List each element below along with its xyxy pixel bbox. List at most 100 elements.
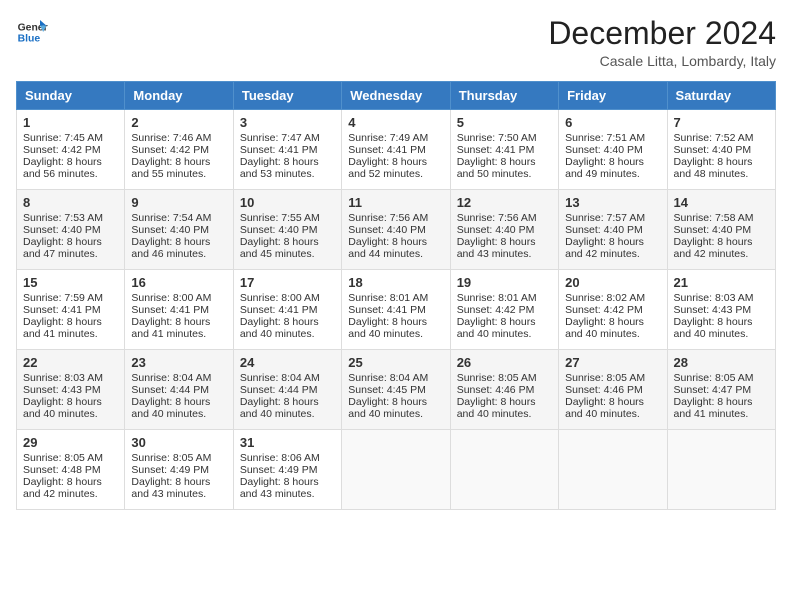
day-info-line: Sunset: 4:43 PM: [674, 304, 769, 316]
day-number: 29: [23, 435, 118, 450]
day-info-line: Sunrise: 8:00 AM: [240, 292, 335, 304]
day-info-line: Sunrise: 7:57 AM: [565, 212, 660, 224]
calendar-cell: 8Sunrise: 7:53 AMSunset: 4:40 PMDaylight…: [17, 190, 125, 270]
calendar-cell: [667, 430, 775, 510]
day-number: 20: [565, 275, 660, 290]
day-info-line: Sunset: 4:42 PM: [565, 304, 660, 316]
calendar-cell: 19Sunrise: 8:01 AMSunset: 4:42 PMDayligh…: [450, 270, 558, 350]
day-info-line: Daylight: 8 hours: [23, 156, 118, 168]
day-info-line: Sunrise: 7:56 AM: [348, 212, 443, 224]
day-info-line: and 40 minutes.: [131, 408, 226, 420]
day-number: 19: [457, 275, 552, 290]
day-info-line: and 40 minutes.: [348, 408, 443, 420]
day-info-line: and 41 minutes.: [23, 328, 118, 340]
day-info-line: Sunset: 4:41 PM: [23, 304, 118, 316]
day-info-line: Sunrise: 8:04 AM: [348, 372, 443, 384]
day-info-line: Daylight: 8 hours: [240, 396, 335, 408]
day-info-line: Sunset: 4:44 PM: [131, 384, 226, 396]
day-info-line: Sunset: 4:40 PM: [674, 144, 769, 156]
day-info-line: and 42 minutes.: [674, 248, 769, 260]
day-number: 25: [348, 355, 443, 370]
day-info-line: Sunrise: 8:04 AM: [131, 372, 226, 384]
day-info-line: Daylight: 8 hours: [240, 236, 335, 248]
calendar-week-5: 29Sunrise: 8:05 AMSunset: 4:48 PMDayligh…: [17, 430, 776, 510]
day-info-line: Sunset: 4:42 PM: [457, 304, 552, 316]
weekday-header-friday: Friday: [559, 82, 667, 110]
day-info-line: and 49 minutes.: [565, 168, 660, 180]
day-number: 15: [23, 275, 118, 290]
day-info-line: Sunrise: 7:54 AM: [131, 212, 226, 224]
day-info-line: Sunrise: 8:02 AM: [565, 292, 660, 304]
day-number: 28: [674, 355, 769, 370]
weekday-header-thursday: Thursday: [450, 82, 558, 110]
day-info-line: Sunrise: 8:05 AM: [565, 372, 660, 384]
day-info-line: and 55 minutes.: [131, 168, 226, 180]
day-info-line: Sunset: 4:41 PM: [240, 304, 335, 316]
day-info-line: Daylight: 8 hours: [131, 236, 226, 248]
day-number: 8: [23, 195, 118, 210]
calendar-cell: 18Sunrise: 8:01 AMSunset: 4:41 PMDayligh…: [342, 270, 450, 350]
day-number: 9: [131, 195, 226, 210]
day-info-line: Daylight: 8 hours: [457, 236, 552, 248]
day-number: 12: [457, 195, 552, 210]
day-info-line: Daylight: 8 hours: [131, 156, 226, 168]
calendar-cell: 15Sunrise: 7:59 AMSunset: 4:41 PMDayligh…: [17, 270, 125, 350]
day-number: 27: [565, 355, 660, 370]
day-info-line: and 52 minutes.: [348, 168, 443, 180]
day-info-line: and 41 minutes.: [674, 408, 769, 420]
day-info-line: Daylight: 8 hours: [348, 316, 443, 328]
day-info-line: Daylight: 8 hours: [131, 476, 226, 488]
day-info-line: Sunrise: 8:06 AM: [240, 452, 335, 464]
calendar-cell: [450, 430, 558, 510]
day-number: 7: [674, 115, 769, 130]
day-info-line: Sunset: 4:40 PM: [240, 224, 335, 236]
day-number: 3: [240, 115, 335, 130]
day-number: 22: [23, 355, 118, 370]
day-info-line: and 40 minutes.: [565, 328, 660, 340]
day-info-line: Sunset: 4:49 PM: [131, 464, 226, 476]
day-info-line: Sunrise: 7:49 AM: [348, 132, 443, 144]
day-number: 17: [240, 275, 335, 290]
day-info-line: and 41 minutes.: [131, 328, 226, 340]
day-number: 26: [457, 355, 552, 370]
day-info-line: Sunrise: 8:05 AM: [23, 452, 118, 464]
calendar-cell: 12Sunrise: 7:56 AMSunset: 4:40 PMDayligh…: [450, 190, 558, 270]
calendar-week-1: 1Sunrise: 7:45 AMSunset: 4:42 PMDaylight…: [17, 110, 776, 190]
day-info-line: and 45 minutes.: [240, 248, 335, 260]
day-number: 23: [131, 355, 226, 370]
day-info-line: and 43 minutes.: [240, 488, 335, 500]
day-info-line: Daylight: 8 hours: [348, 236, 443, 248]
day-info-line: Sunrise: 8:04 AM: [240, 372, 335, 384]
calendar-cell: 22Sunrise: 8:03 AMSunset: 4:43 PMDayligh…: [17, 350, 125, 430]
day-info-line: Sunrise: 7:45 AM: [23, 132, 118, 144]
day-info-line: Sunset: 4:47 PM: [674, 384, 769, 396]
day-info-line: and 40 minutes.: [565, 408, 660, 420]
calendar-header: SundayMondayTuesdayWednesdayThursdayFrid…: [17, 82, 776, 110]
day-info-line: and 42 minutes.: [23, 488, 118, 500]
day-info-line: Daylight: 8 hours: [131, 316, 226, 328]
logo: General Blue: [16, 16, 48, 48]
day-number: 13: [565, 195, 660, 210]
calendar-cell: 21Sunrise: 8:03 AMSunset: 4:43 PMDayligh…: [667, 270, 775, 350]
calendar-table: SundayMondayTuesdayWednesdayThursdayFrid…: [16, 81, 776, 510]
calendar-cell: 29Sunrise: 8:05 AMSunset: 4:48 PMDayligh…: [17, 430, 125, 510]
day-info-line: Sunrise: 8:00 AM: [131, 292, 226, 304]
day-info-line: Sunset: 4:42 PM: [23, 144, 118, 156]
calendar-cell: 23Sunrise: 8:04 AMSunset: 4:44 PMDayligh…: [125, 350, 233, 430]
calendar-cell: 20Sunrise: 8:02 AMSunset: 4:42 PMDayligh…: [559, 270, 667, 350]
weekday-header-saturday: Saturday: [667, 82, 775, 110]
day-info-line: Sunset: 4:42 PM: [131, 144, 226, 156]
day-info-line: Sunset: 4:46 PM: [457, 384, 552, 396]
day-info-line: Sunrise: 8:03 AM: [23, 372, 118, 384]
calendar-cell: 28Sunrise: 8:05 AMSunset: 4:47 PMDayligh…: [667, 350, 775, 430]
day-info-line: Sunrise: 7:59 AM: [23, 292, 118, 304]
day-info-line: Sunset: 4:40 PM: [565, 144, 660, 156]
calendar-cell: [559, 430, 667, 510]
day-info-line: Daylight: 8 hours: [23, 396, 118, 408]
logo-icon: General Blue: [16, 16, 48, 48]
day-number: 16: [131, 275, 226, 290]
day-info-line: Daylight: 8 hours: [348, 396, 443, 408]
page-header: General Blue December 2024 Casale Litta,…: [16, 16, 776, 69]
day-info-line: and 44 minutes.: [348, 248, 443, 260]
day-number: 4: [348, 115, 443, 130]
